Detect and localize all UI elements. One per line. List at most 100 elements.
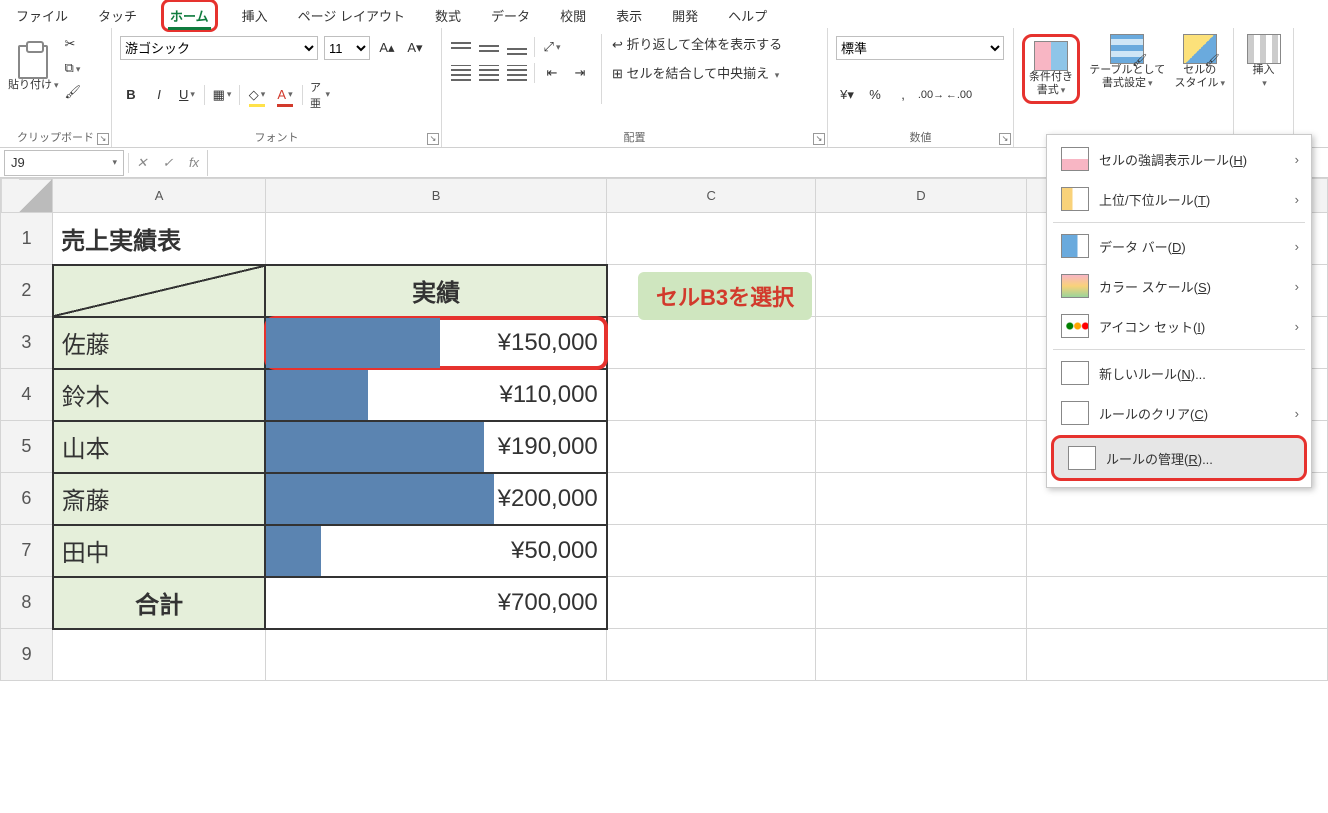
- cell-A8[interactable]: 合計: [53, 577, 266, 629]
- font-size-select[interactable]: 11: [324, 36, 370, 60]
- align-left-icon[interactable]: [450, 62, 472, 84]
- cell-B4[interactable]: ¥110,000: [265, 369, 606, 421]
- cell-styles-button[interactable]: 🖌 セルの スタイル▾: [1174, 34, 1225, 90]
- merge-center-button[interactable]: ⊞ セルを結合して中央揃え ▾: [612, 63, 782, 82]
- row-header-8[interactable]: 8: [1, 577, 53, 629]
- cell-D3[interactable]: [816, 317, 1027, 369]
- cell-B9[interactable]: [265, 629, 606, 681]
- font-name-select[interactable]: 游ゴシック: [120, 36, 318, 60]
- cell-A5[interactable]: 山本: [53, 421, 266, 473]
- row-header-5[interactable]: 5: [1, 421, 53, 473]
- align-right-icon[interactable]: [506, 62, 528, 84]
- menu-review[interactable]: 校閲: [554, 2, 592, 29]
- orientation-icon[interactable]: ⤢▾: [541, 36, 563, 58]
- cell-C4[interactable]: [607, 369, 816, 421]
- cancel-formula-icon[interactable]: ✕: [129, 150, 155, 176]
- cell-A3[interactable]: 佐藤: [53, 317, 266, 369]
- align-launcher-icon[interactable]: ↘: [813, 133, 825, 145]
- cell-D8[interactable]: [816, 577, 1027, 629]
- menu-touch[interactable]: タッチ: [92, 2, 143, 29]
- font-color-button[interactable]: A▾: [274, 84, 296, 106]
- fx-icon[interactable]: fx: [181, 150, 207, 176]
- dd-clear-rules[interactable]: ルールのクリア(C) ›: [1047, 393, 1311, 433]
- underline-button[interactable]: U▾: [176, 84, 198, 106]
- menu-formula[interactable]: 数式: [429, 2, 467, 29]
- row-header-4[interactable]: 4: [1, 369, 53, 421]
- grow-font-icon[interactable]: A▴: [376, 37, 398, 59]
- clipboard-launcher-icon[interactable]: ↘: [97, 133, 109, 145]
- row-header-2[interactable]: 2: [1, 265, 53, 317]
- font-launcher-icon[interactable]: ↘: [427, 133, 439, 145]
- cell-B1[interactable]: [265, 213, 606, 265]
- menu-file[interactable]: ファイル: [10, 2, 74, 29]
- conditional-formatting-button[interactable]: 条件付き 書式▾: [1022, 34, 1080, 104]
- row-header-7[interactable]: 7: [1, 525, 53, 577]
- border-button[interactable]: ▦▾: [211, 84, 233, 106]
- menu-data[interactable]: データ: [485, 2, 536, 29]
- col-header-D[interactable]: D: [816, 179, 1027, 213]
- cell-A6[interactable]: 斎藤: [53, 473, 266, 525]
- format-as-table-button[interactable]: 🖌 テーブルとして 書式設定▾: [1089, 34, 1165, 90]
- phonetic-button[interactable]: ア亜▾: [309, 84, 331, 106]
- col-header-A[interactable]: A: [53, 179, 266, 213]
- dd-icon-sets[interactable]: アイコン セット(I) ›: [1047, 306, 1311, 346]
- menu-insert[interactable]: 挿入: [236, 2, 274, 29]
- cell-D6[interactable]: [816, 473, 1027, 525]
- cell-D1[interactable]: [816, 213, 1027, 265]
- dd-data-bars[interactable]: データ バー(D) ›: [1047, 226, 1311, 266]
- insert-cells-button[interactable]: 挿入▾: [1242, 34, 1285, 90]
- paste-label[interactable]: 貼り付け▾: [8, 79, 59, 92]
- cell-B7[interactable]: ¥50,000: [265, 525, 606, 577]
- cell-B8[interactable]: ¥700,000: [265, 577, 606, 629]
- cell-C6[interactable]: [607, 473, 816, 525]
- number-launcher-icon[interactable]: ↘: [999, 133, 1011, 145]
- fill-color-button[interactable]: ◇▾: [246, 84, 268, 106]
- dd-manage-rules[interactable]: ルールの管理(R)...: [1051, 435, 1307, 481]
- menu-view[interactable]: 表示: [610, 2, 648, 29]
- cell-B2[interactable]: 実績: [265, 265, 606, 317]
- menu-help[interactable]: ヘルプ: [722, 2, 773, 29]
- paste-icon[interactable]: [18, 45, 48, 79]
- enter-formula-icon[interactable]: ✓: [155, 150, 181, 176]
- align-bottom-icon[interactable]: [506, 36, 528, 58]
- cell-C5[interactable]: [607, 421, 816, 473]
- cut-icon[interactable]: ✂: [65, 36, 82, 52]
- format-painter-icon[interactable]: 🖌: [65, 84, 82, 100]
- dd-top-bottom-rules[interactable]: 上位/下位ルール(T) ›: [1047, 179, 1311, 219]
- cell-A9[interactable]: [53, 629, 266, 681]
- row-header-1[interactable]: 1: [1, 213, 53, 265]
- cell-D7[interactable]: [816, 525, 1027, 577]
- select-all-corner[interactable]: [1, 179, 53, 213]
- dd-color-scales[interactable]: カラー スケール(S) ›: [1047, 266, 1311, 306]
- col-header-B[interactable]: B: [265, 179, 606, 213]
- cell-D9[interactable]: [816, 629, 1027, 681]
- cell-C9[interactable]: [607, 629, 816, 681]
- col-header-C[interactable]: C: [607, 179, 816, 213]
- align-center-icon[interactable]: [478, 62, 500, 84]
- dd-highlight-rules[interactable]: セルの強調表示ルール(H) ›: [1047, 139, 1311, 179]
- wrap-text-button[interactable]: ↩ 折り返して全体を表示する: [612, 34, 782, 53]
- align-middle-icon[interactable]: [478, 36, 500, 58]
- row-header-9[interactable]: 9: [1, 629, 53, 681]
- menu-pagelayout[interactable]: ページ レイアウト: [292, 2, 411, 29]
- cell-C8[interactable]: [607, 577, 816, 629]
- italic-button[interactable]: I: [148, 84, 170, 106]
- menu-home[interactable]: ホーム: [161, 0, 218, 32]
- cell-C7[interactable]: [607, 525, 816, 577]
- cell-D2[interactable]: [816, 265, 1027, 317]
- cell-C3[interactable]: [607, 317, 816, 369]
- menu-dev[interactable]: 開発: [666, 2, 704, 29]
- name-box[interactable]: J9▾: [4, 150, 124, 176]
- cell-A4[interactable]: 鈴木: [53, 369, 266, 421]
- indent-increase-icon[interactable]: ⇥: [569, 62, 591, 84]
- currency-icon[interactable]: ¥▾: [836, 84, 858, 106]
- align-top-icon[interactable]: [450, 36, 472, 58]
- comma-icon[interactable]: ,: [892, 84, 914, 106]
- cell-D5[interactable]: [816, 421, 1027, 473]
- dd-new-rule[interactable]: 新しいルール(N)...: [1047, 353, 1311, 393]
- cell-B6[interactable]: ¥200,000: [265, 473, 606, 525]
- row-header-3[interactable]: 3: [1, 317, 53, 369]
- number-format-select[interactable]: 標準: [836, 36, 1004, 60]
- cell-D4[interactable]: [816, 369, 1027, 421]
- row-header-6[interactable]: 6: [1, 473, 53, 525]
